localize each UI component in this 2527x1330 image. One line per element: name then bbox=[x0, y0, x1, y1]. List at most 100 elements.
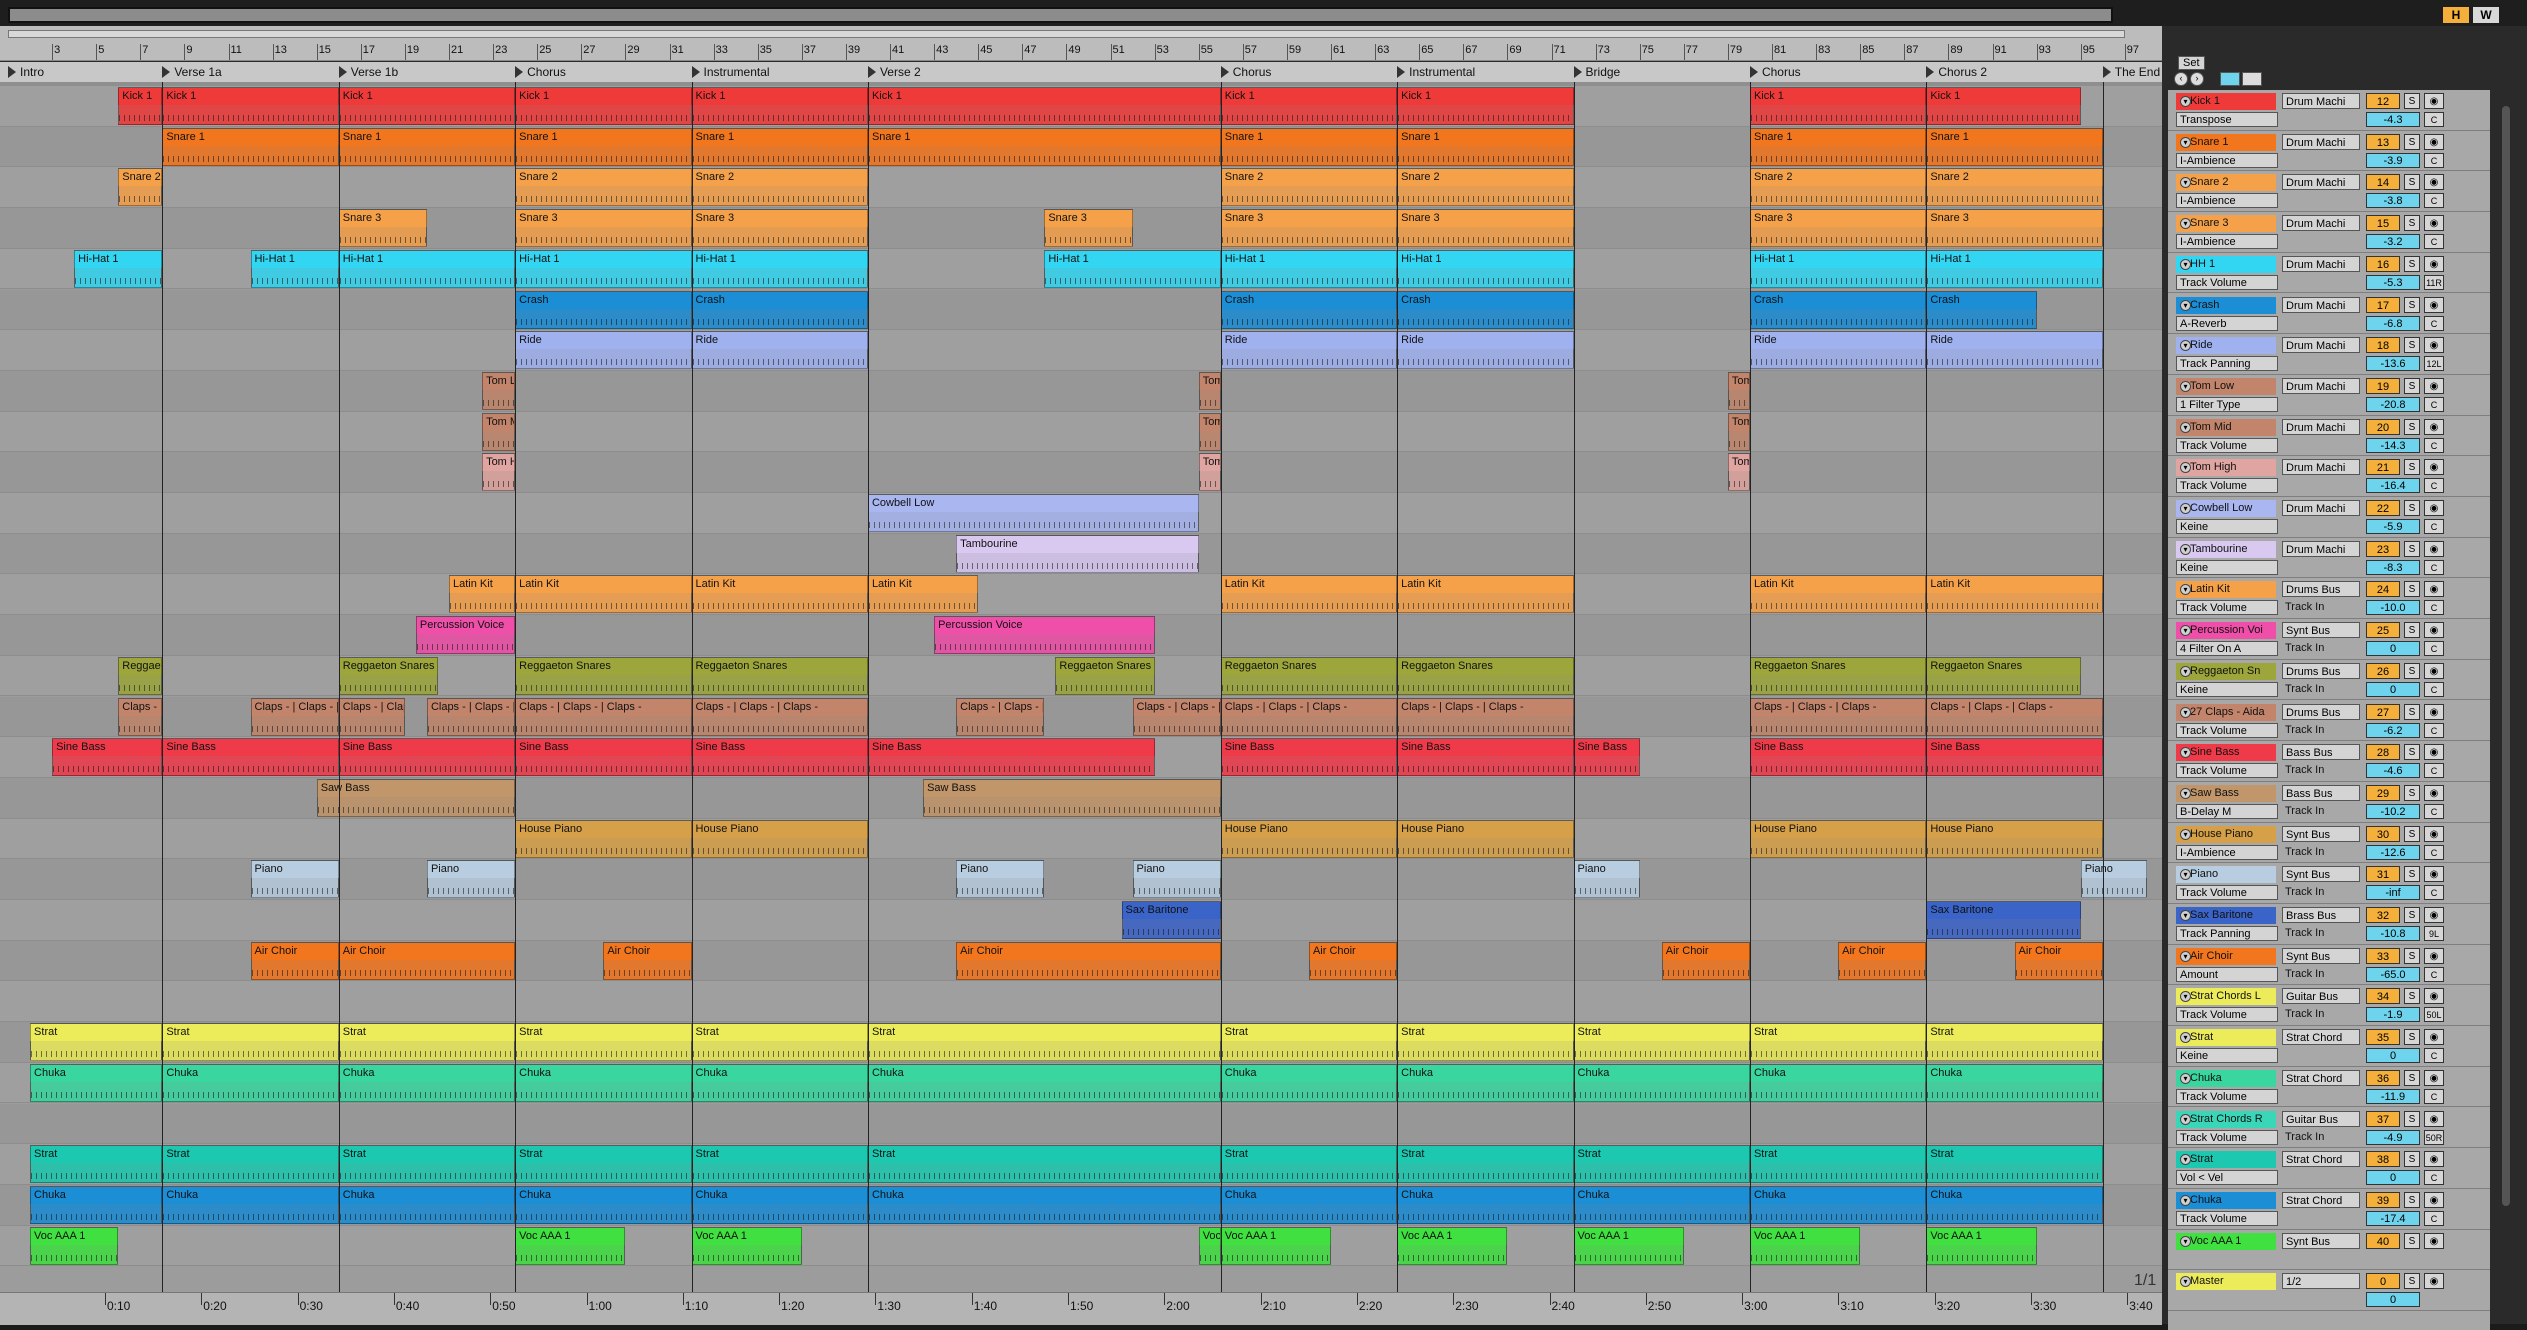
clip[interactable]: Strat bbox=[1220, 1145, 1398, 1184]
pan-field[interactable]: C bbox=[2424, 152, 2444, 168]
clip[interactable]: Snare 2 bbox=[1220, 168, 1398, 207]
clip[interactable]: Latin Kit bbox=[1749, 575, 1927, 614]
clip[interactable]: Air Choir bbox=[956, 941, 1221, 980]
automation-device-select[interactable]: Track Volume bbox=[2176, 1129, 2278, 1145]
clip[interactable]: Snare 3 bbox=[1397, 209, 1574, 248]
clip[interactable]: Chuka bbox=[30, 1185, 163, 1224]
clip[interactable]: Claps - | Claps - | Claps - bbox=[1397, 697, 1574, 736]
track-name[interactable]: Percussion Voi bbox=[2176, 622, 2276, 640]
pan-field[interactable]: C bbox=[2424, 234, 2444, 250]
clip[interactable]: Hi-Hat 1 bbox=[1749, 249, 1927, 288]
clip[interactable]: Air Choir bbox=[2014, 941, 2103, 980]
clip[interactable]: Sine Bass bbox=[867, 738, 1155, 777]
track-name[interactable]: HH 1 bbox=[2176, 255, 2276, 273]
automation-device-select[interactable]: Keine bbox=[2176, 519, 2278, 534]
clip[interactable]: Voc AAA 1 bbox=[1573, 1226, 1684, 1265]
automation-device-select[interactable]: Track Volume bbox=[2176, 478, 2278, 494]
solo-button[interactable]: S bbox=[2404, 866, 2420, 883]
clip[interactable]: Strat bbox=[1749, 1023, 1927, 1062]
clip[interactable]: Voc AAA 1 bbox=[1198, 1226, 1221, 1265]
clip[interactable]: Hi-Hat 1 bbox=[1926, 249, 2103, 288]
fold-chevron-icon[interactable]: ▾ bbox=[2180, 665, 2191, 677]
clip[interactable]: Ride bbox=[1397, 331, 1574, 370]
clip[interactable]: Tom H bbox=[482, 453, 516, 492]
arrangement-tracks[interactable]: Kick 1 Kick 1 Kick 1 Kick 1 Kick 1 Kick 1 Kick… bbox=[0, 82, 2162, 1292]
pan-field[interactable]: C bbox=[2424, 559, 2444, 575]
automation-device-select[interactable]: Track Volume bbox=[2176, 274, 2278, 290]
clip[interactable]: Chuka bbox=[1220, 1185, 1398, 1224]
volume-field[interactable]: -3.8 bbox=[2366, 193, 2420, 209]
clip[interactable]: Tom M bbox=[482, 412, 516, 451]
volume-field[interactable]: -13.6 bbox=[2366, 356, 2420, 372]
automation-device-select[interactable]: Track Volume bbox=[2176, 1210, 2278, 1226]
fold-chevron-icon[interactable]: ▾ bbox=[2180, 1235, 2191, 1247]
track-lane[interactable] bbox=[0, 981, 2162, 1023]
track-activator-button[interactable]: 16 bbox=[2366, 255, 2400, 272]
clip[interactable]: Sine Bass bbox=[1749, 738, 1927, 777]
volume-field[interactable]: -3.9 bbox=[2366, 152, 2420, 168]
mixer-row[interactable]: Chuka ▾ Track Volume Strat Chord 36 S ◉ -11.9 C bbox=[2168, 1067, 2490, 1108]
locator-1[interactable]: Verse 1a bbox=[162, 65, 222, 79]
clip[interactable]: Chuka bbox=[1926, 1185, 2103, 1224]
mixer-row[interactable]: Cowbell Low ▾ Keine Drum Machi 22 S ◉ -5.9 C bbox=[2168, 497, 2490, 538]
solo-button[interactable]: S bbox=[2404, 907, 2420, 923]
clip[interactable]: Percussion Voice bbox=[415, 616, 516, 655]
locator-10[interactable]: Chorus 2 bbox=[1926, 65, 1987, 79]
automation-device-select[interactable]: I-Ambience bbox=[2176, 234, 2278, 250]
mixer-row[interactable]: Tambourine ▾ Keine Drum Machi 23 S ◉ -8.3 C bbox=[2168, 538, 2490, 579]
pan-field[interactable]: 9L bbox=[2424, 926, 2444, 941]
mixer-row[interactable]: Reggaeton Sn ▾ Keine Drums Bus Track In 26 S ◉ 0… bbox=[2168, 660, 2490, 701]
h-toggle-button[interactable]: H bbox=[2443, 7, 2469, 23]
clip[interactable]: Latin Kit bbox=[449, 575, 516, 614]
mixer-row[interactable]: Air Choir ▾ Amount Synt Bus Track In 33 S ◉ -65.… bbox=[2168, 945, 2490, 986]
clip[interactable]: Latin Kit bbox=[1926, 575, 2103, 614]
clip[interactable]: House Piano bbox=[515, 819, 692, 858]
clip[interactable]: Latin Kit bbox=[691, 575, 868, 614]
automation-device-select[interactable]: Track Volume bbox=[2176, 1007, 2278, 1023]
clip[interactable]: Strat bbox=[1926, 1145, 2103, 1184]
automation-device-select[interactable]: I-Ambience bbox=[2176, 844, 2278, 860]
clip[interactable]: Kick 1 bbox=[691, 87, 868, 125]
record-arm-icon[interactable]: ◉ bbox=[2424, 1069, 2444, 1086]
clip[interactable]: Tom L bbox=[1727, 371, 1750, 410]
volume-field[interactable]: -17.4 bbox=[2366, 1210, 2420, 1226]
track-lane[interactable]: House Piano House Piano House Piano House P… bbox=[0, 818, 2162, 860]
clip[interactable]: Snare 3 bbox=[515, 209, 692, 248]
clip[interactable]: Reggaeton Snares bbox=[1220, 656, 1398, 695]
clip[interactable]: Tom H bbox=[1727, 453, 1750, 492]
locator-bar[interactable]: Intro Verse 1a Verse 1b Chorus Instrumental V… bbox=[0, 62, 2162, 83]
mixer-row[interactable]: Chuka ▾ Track Volume Strat Chord 39 S ◉ -17.4 C bbox=[2168, 1189, 2490, 1230]
track-activator-button[interactable]: 36 bbox=[2366, 1069, 2400, 1086]
clip[interactable]: Sine Bass bbox=[515, 738, 692, 777]
solo-button[interactable]: S bbox=[2404, 93, 2420, 109]
volume-field[interactable]: -20.8 bbox=[2366, 396, 2420, 412]
solo-button[interactable]: S bbox=[2404, 947, 2420, 964]
pan-field[interactable]: C bbox=[2424, 478, 2444, 494]
scrollbar-thumb[interactable] bbox=[2502, 106, 2510, 1206]
output-routing-select[interactable]: Drum Machi bbox=[2282, 93, 2360, 109]
track-lane[interactable] bbox=[0, 1103, 2162, 1145]
solo-button[interactable]: S bbox=[2404, 1191, 2420, 1208]
fold-chevron-icon[interactable]: ▾ bbox=[2180, 421, 2191, 433]
record-arm-icon[interactable]: ◉ bbox=[2424, 1273, 2444, 1290]
clip[interactable]: Snare 2 bbox=[1397, 168, 1574, 207]
clip[interactable]: Strat bbox=[162, 1023, 339, 1062]
track-activator-button[interactable]: 15 bbox=[2366, 215, 2400, 232]
pan-field[interactable]: 12L bbox=[2424, 356, 2444, 372]
pan-field[interactable]: C bbox=[2424, 1170, 2444, 1186]
clip[interactable]: Reggaeton Snares bbox=[338, 656, 438, 695]
clip[interactable]: Air Choir bbox=[338, 941, 516, 980]
locator-3[interactable]: Chorus bbox=[515, 65, 566, 79]
clip[interactable]: Strat bbox=[1220, 1023, 1398, 1062]
clip[interactable]: Snare 3 bbox=[1220, 209, 1398, 248]
volume-field[interactable]: -6.8 bbox=[2366, 315, 2420, 331]
track-lane[interactable]: Air Choir Air Choir Air Choir Air Choir Air … bbox=[0, 940, 2162, 982]
automation-device-select[interactable]: I-Ambience bbox=[2176, 193, 2278, 209]
track-activator-button[interactable]: 29 bbox=[2366, 784, 2400, 801]
track-name[interactable]: Cowbell Low bbox=[2176, 500, 2276, 517]
mixer-row[interactable]: Snare 3 ▾ I-Ambience Drum Machi 15 S ◉ -3.2 C bbox=[2168, 212, 2490, 253]
volume-field[interactable]: 0 bbox=[2366, 1170, 2420, 1186]
fold-chevron-icon[interactable]: ▾ bbox=[2180, 299, 2191, 311]
clip[interactable]: Strat bbox=[515, 1145, 692, 1184]
pan-field[interactable]: C bbox=[2424, 885, 2444, 901]
